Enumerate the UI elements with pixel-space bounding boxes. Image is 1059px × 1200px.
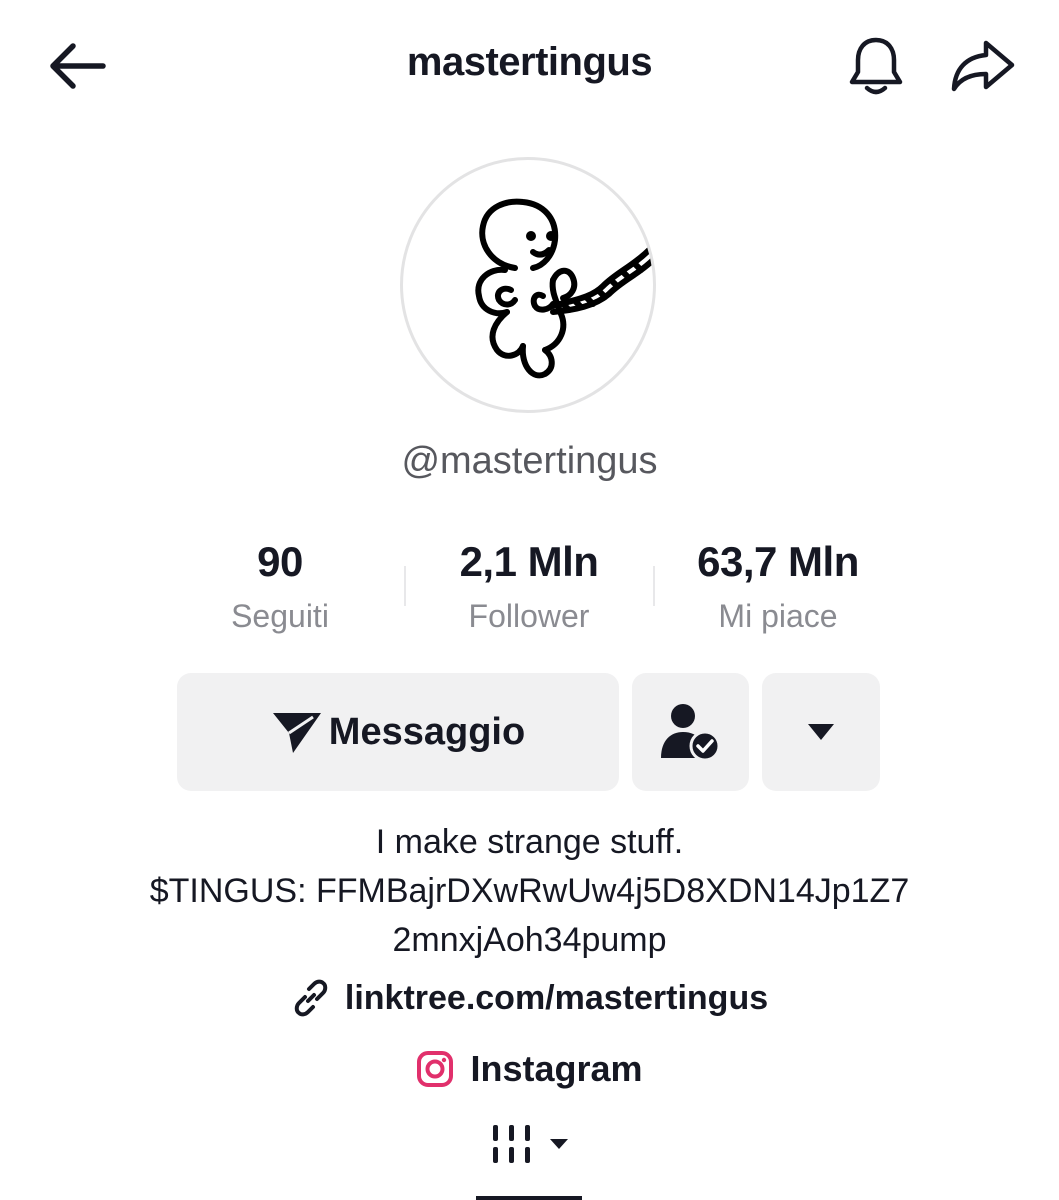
link-icon <box>294 979 328 1017</box>
instagram-link[interactable]: Instagram <box>0 1048 1059 1090</box>
bell-icon <box>849 37 903 95</box>
bio-line: I make strange stuff. <box>375 823 684 861</box>
active-tab-indicator <box>476 1196 582 1200</box>
followers-label: Follower <box>468 598 590 634</box>
bio-line: $TINGUS: FFMBajrDXwRwUw4j5D8XDN14Jp1Z7 <box>149 872 910 910</box>
likes-label: Mi piace <box>718 598 838 634</box>
bio-line: 2mnxjAoh34pump <box>392 921 667 959</box>
profile-link[interactable]: linktree.com/mastertingus <box>0 978 1059 1018</box>
user-check-icon <box>660 704 720 762</box>
caret-down-icon <box>808 724 834 740</box>
instagram-icon <box>417 1051 454 1087</box>
avatar[interactable] <box>400 157 656 413</box>
doodle-character-icon <box>475 198 653 379</box>
stat-following[interactable]: 90 Seguiti <box>155 536 405 636</box>
likes-count: 63,7 Mln <box>697 538 859 585</box>
profile-handle: @mastertingus <box>401 440 658 482</box>
caret-down-icon <box>549 1139 568 1149</box>
stat-likes[interactable]: 63,7 Mln Mi piace <box>653 536 903 636</box>
friend-status-button[interactable] <box>632 673 749 791</box>
message-button[interactable]: Messaggio <box>177 673 619 791</box>
more-options-button[interactable] <box>762 673 880 791</box>
share-arrow-icon <box>951 40 1015 92</box>
following-count: 90 <box>257 538 303 585</box>
stat-followers[interactable]: 2,1 Mln Follower <box>404 536 654 636</box>
instagram-link-text: Instagram <box>470 1048 643 1089</box>
tab-videos[interactable] <box>0 1122 1059 1166</box>
profile-link-text: linktree.com/mastertingus <box>344 978 769 1017</box>
notification-button[interactable] <box>843 32 909 100</box>
profile-bio: I make strange stuff. $TINGUS: FFMBajrDX… <box>0 818 1059 965</box>
message-button-label: Messaggio <box>328 710 526 753</box>
grid-lines-icon <box>492 1125 530 1163</box>
following-label: Seguiti <box>231 598 329 634</box>
followers-count: 2,1 Mln <box>459 538 599 585</box>
share-button[interactable] <box>948 34 1018 98</box>
send-icon <box>272 713 321 753</box>
